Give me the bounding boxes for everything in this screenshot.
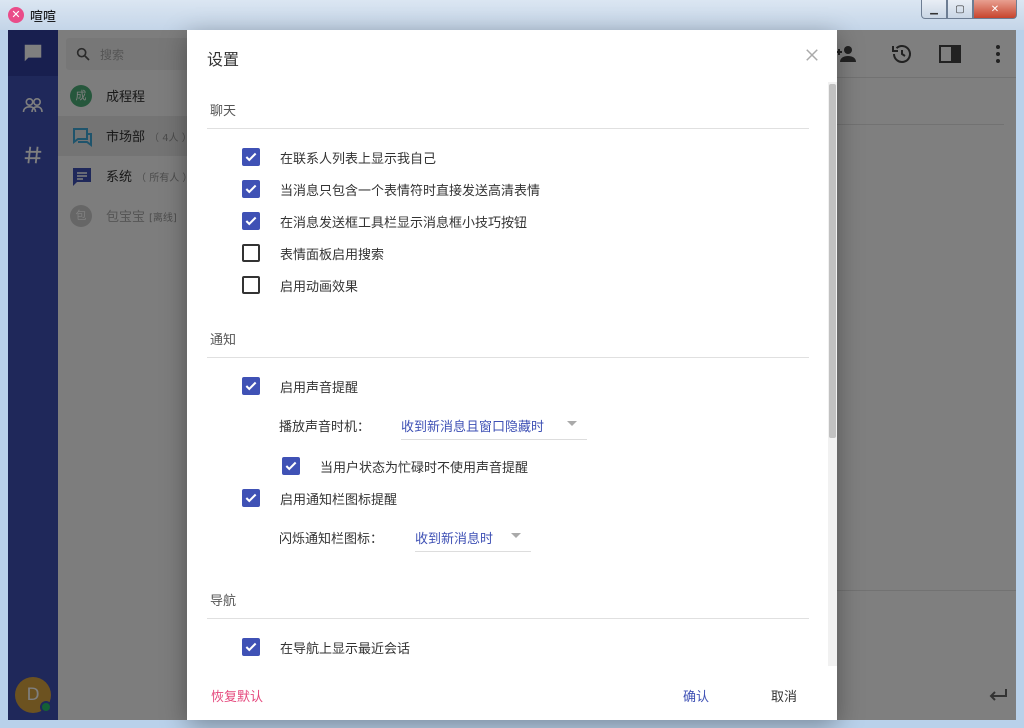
check-icon [245,216,257,226]
confirm-button[interactable]: 确认 [683,686,709,705]
check-icon [245,184,257,194]
checkbox-checked[interactable] [242,212,260,230]
option-show-myself[interactable]: 在联系人列表上显示我自己 [242,146,436,168]
check-icon [245,493,257,503]
checkbox-unchecked[interactable] [242,244,260,262]
window-controls: ▁ ▢ ✕ [921,0,1017,19]
tray-timing-select[interactable]: 收到新消息时 [415,522,531,552]
option-tray[interactable]: 启用通知栏图标提醒 [242,487,397,509]
check-icon [245,642,257,652]
window-titlebar: ✕ 喧喧 ▁ ▢ ✕ [0,0,1024,30]
select-label: 播放声音时机： [279,420,371,435]
checkbox-checked[interactable] [242,489,260,507]
option-sound[interactable]: 启用声音提醒 [242,375,358,397]
check-icon [245,152,257,162]
scrollbar-thumb[interactable] [829,84,836,438]
option-label: 启用动画效果 [280,279,359,295]
option-label: 当用户状态为忙碌时不使用声音提醒 [320,460,529,476]
option-hd-emoji[interactable]: 当消息只包含一个表情符时直接发送高清表情 [242,178,540,200]
option-label: 表情面板启用搜索 [280,247,385,263]
check-icon [245,381,257,391]
option-label: 启用通知栏图标提醒 [280,492,398,508]
chevron-down-icon [511,533,521,538]
option-label: 启用声音提醒 [280,380,359,396]
app-logo-icon: ✕ [8,7,24,23]
option-tips-button[interactable]: 在消息发送框工具栏显示消息框小技巧按钮 [242,210,527,232]
checkbox-checked[interactable] [242,638,260,656]
option-animation[interactable]: 启用动画效果 [242,274,358,296]
option-label: 在联系人列表上显示我自己 [280,151,437,167]
select-value: 收到新消息且窗口隐藏时 [401,420,545,435]
select-label: 闪烁通知栏图标： [279,532,384,547]
option-label: 当消息只包含一个表情符时直接发送高清表情 [280,183,541,199]
checkbox-unchecked[interactable] [242,276,260,294]
divider [207,128,809,129]
section-title-notify: 通知 [210,333,237,348]
chevron-down-icon [567,421,577,426]
settings-dialog: 设置 聊天 在联系人列表上显示我自己 当消息只包含一个表情符时直接发送高清表情 … [187,30,837,720]
checkbox-checked[interactable] [242,377,260,395]
window-title: 喧喧 [30,10,57,25]
option-busy-mute[interactable]: 当用户状态为忙碌时不使用声音提醒 [282,455,528,477]
checkbox-checked[interactable] [242,180,260,198]
close-icon[interactable] [803,46,821,64]
maximize-button[interactable]: ▢ [947,0,973,19]
option-label: 在导航上显示最近会话 [280,641,411,657]
reset-default-button[interactable]: 恢复默认 [211,686,263,705]
minimize-button[interactable]: ▁ [921,0,947,19]
checkbox-checked[interactable] [242,148,260,166]
option-recent-chats[interactable]: 在导航上显示最近会话 [242,636,410,658]
sound-timing-select[interactable]: 收到新消息且窗口隐藏时 [401,410,587,440]
window-close-button[interactable]: ✕ [973,0,1017,19]
section-title-chat: 聊天 [210,104,237,119]
checkbox-checked[interactable] [282,457,300,475]
check-icon [285,461,297,471]
option-emoji-search[interactable]: 表情面板启用搜索 [242,242,384,264]
select-value: 收到新消息时 [415,532,494,547]
cancel-button[interactable]: 取消 [771,686,797,705]
divider [207,357,809,358]
option-label: 在消息发送框工具栏显示消息框小技巧按钮 [280,215,528,231]
dialog-title: 设置 [207,50,240,69]
divider [207,618,809,619]
sound-timing-row: 播放声音时机： 收到新消息且窗口隐藏时 [279,410,589,440]
section-title-nav: 导航 [210,594,237,609]
tray-timing-row: 闪烁通知栏图标： 收到新消息时 [279,522,539,552]
